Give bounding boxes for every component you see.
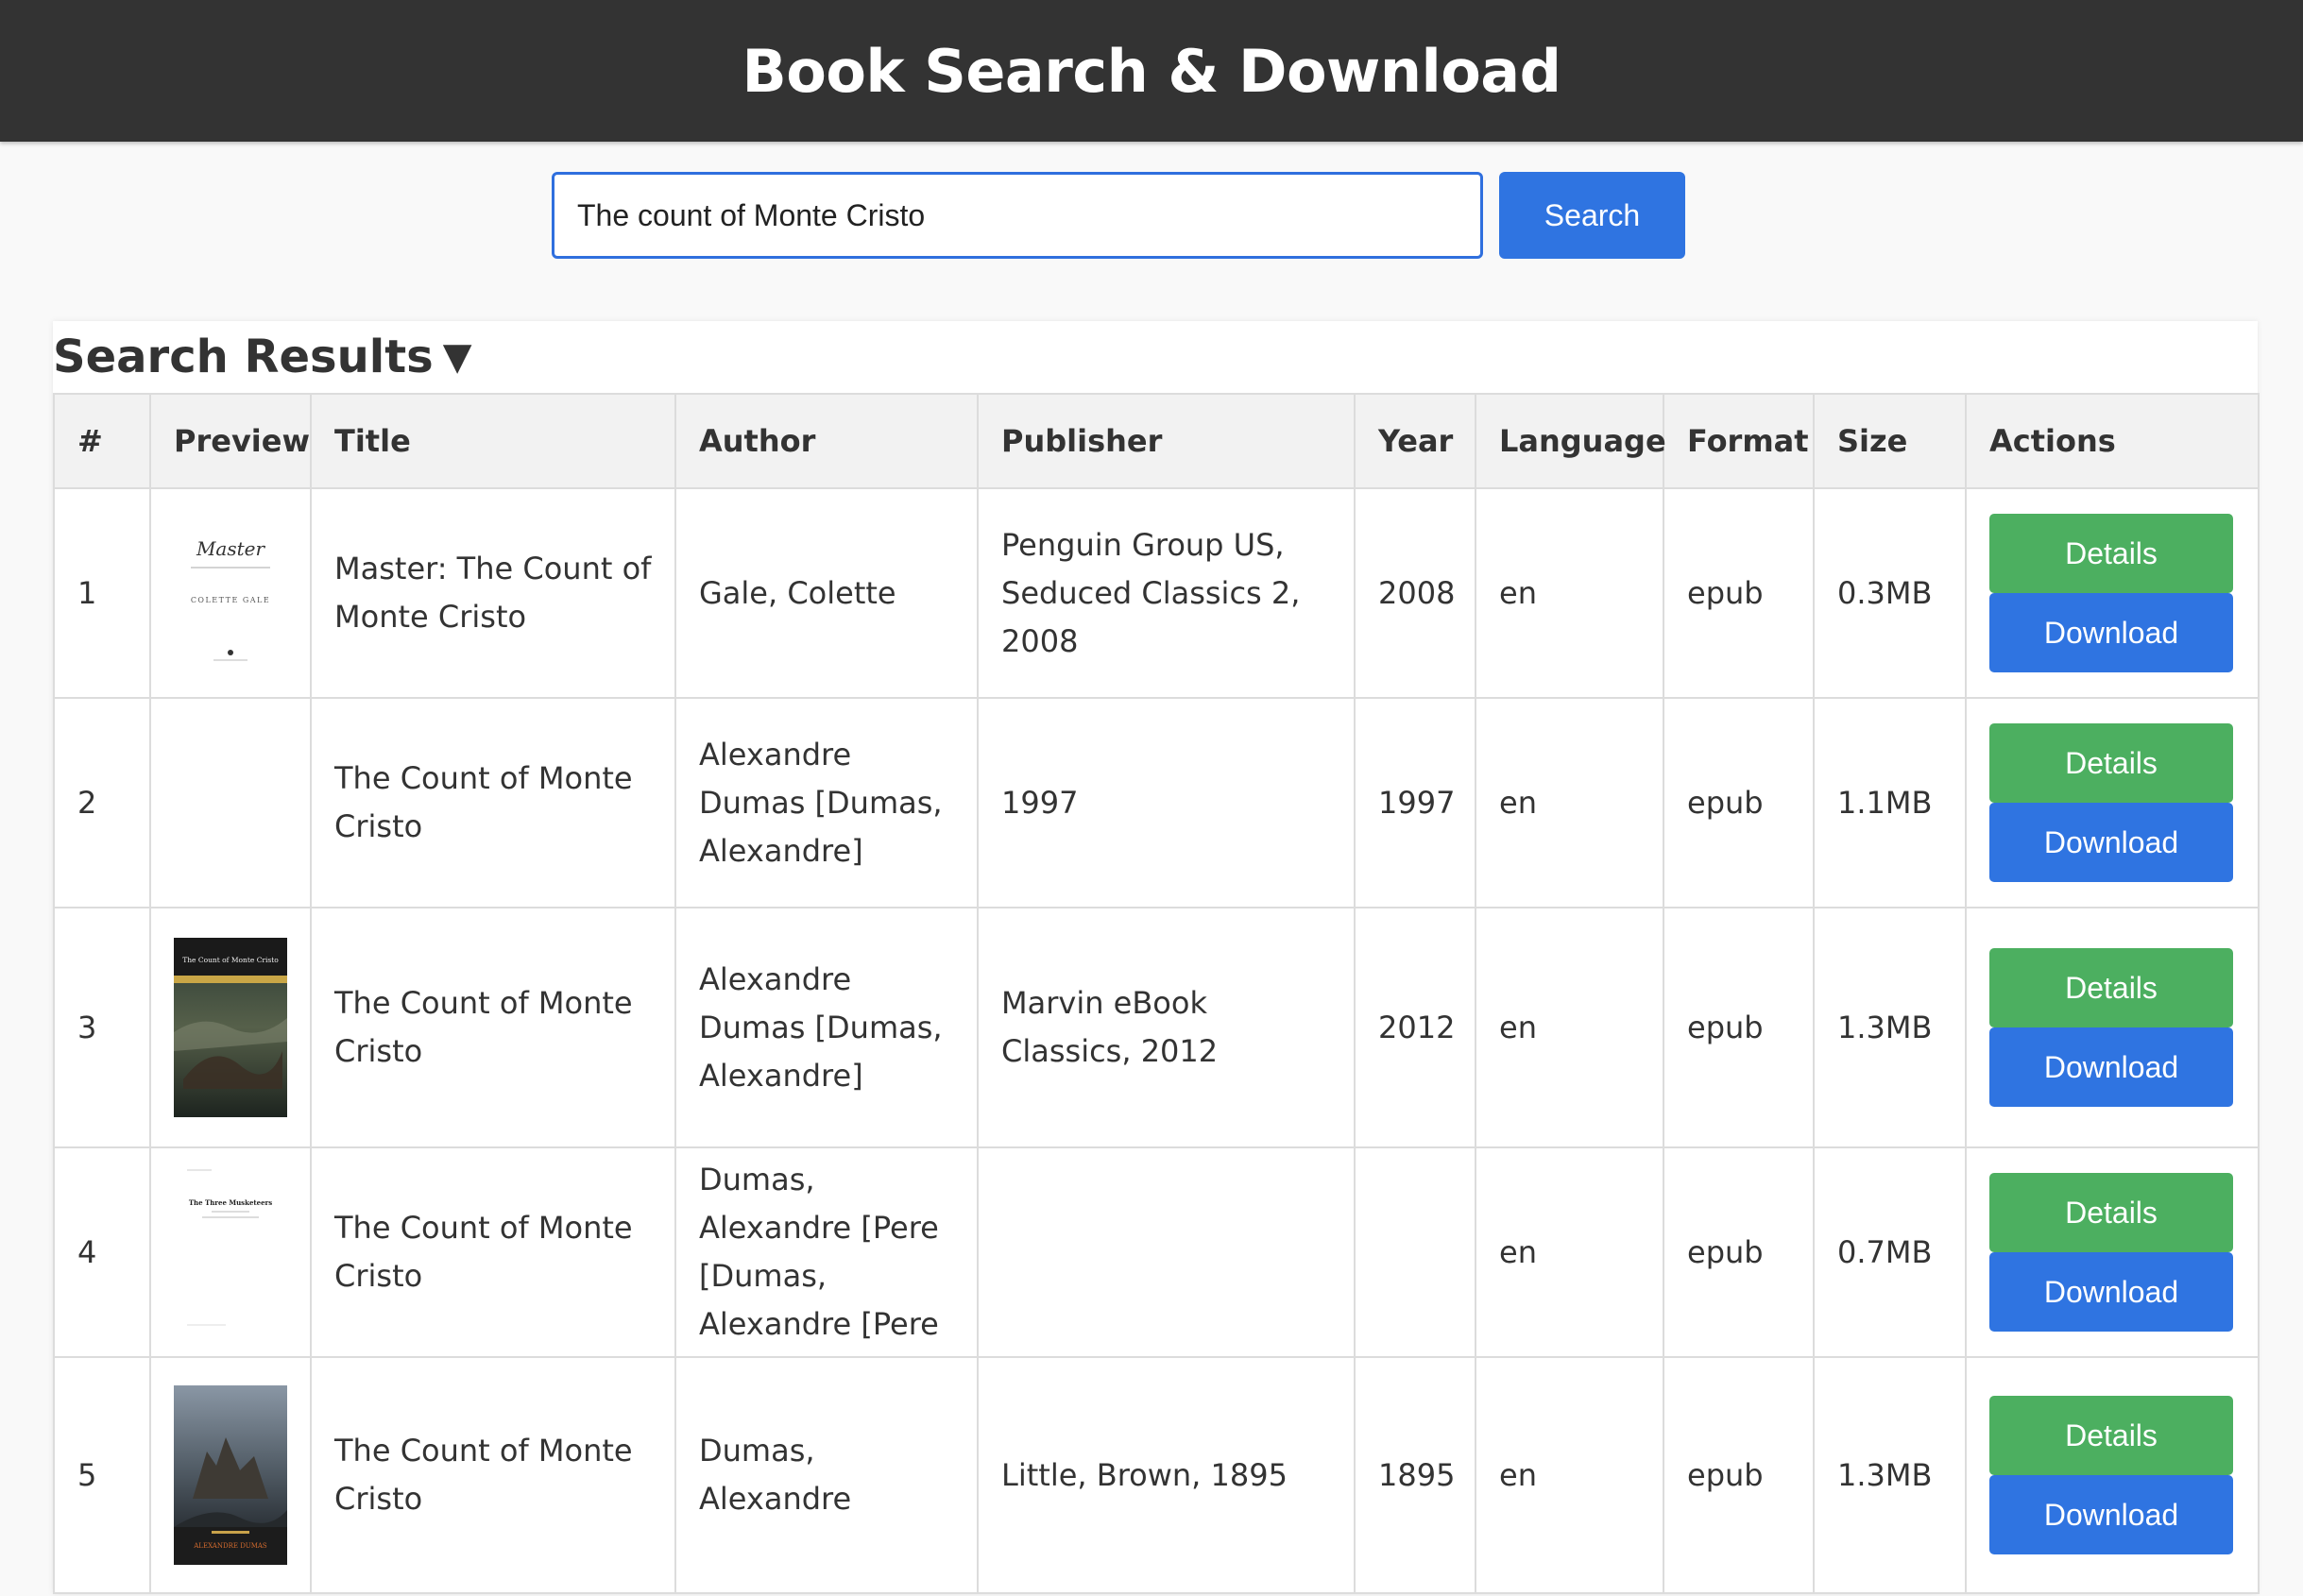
language-cell: en	[1475, 1146, 1664, 1358]
preview-cell: ALEXANDRE DUMAS	[149, 1356, 312, 1594]
preview-cell: The Count of Monte Cristo	[149, 907, 312, 1148]
row-number: 4	[53, 1146, 151, 1358]
column-header-title: Title	[310, 393, 676, 489]
search-results-title: Search Results	[53, 331, 434, 383]
format-cell: epub	[1663, 697, 1815, 908]
table-row: 1 Master COLETTE GALE Master: The Count …	[53, 487, 2260, 699]
title-cell: The Count of Monte Cristo	[310, 697, 676, 908]
download-button[interactable]: Download	[1989, 803, 2233, 882]
publisher-cell: Marvin eBook Classics, 2012	[977, 907, 1356, 1148]
publisher-cell	[977, 1146, 1356, 1358]
publisher-cell: 1997	[977, 697, 1356, 908]
details-button[interactable]: Details	[1989, 723, 2233, 803]
author-cell: Gale, Colette	[674, 487, 979, 699]
column-header-publisher: Publisher	[977, 393, 1356, 489]
column-header-size: Size	[1813, 393, 1967, 489]
format-cell: epub	[1663, 1146, 1815, 1358]
author-cell: Alexandre Dumas [Dumas, Alexandre]	[674, 907, 979, 1148]
results-table: # Preview Title Author Publisher Year La…	[53, 393, 2260, 1594]
column-header-author: Author	[674, 393, 979, 489]
svg-text:The Three Musketeers: The Three Musketeers	[189, 1198, 272, 1207]
size-cell: 0.3MB	[1813, 487, 1967, 699]
table-row: 4 The Three Musketeers The Count of Mont…	[53, 1146, 2260, 1358]
table-row: 5 ALEXANDRE DUMAS The Count of Monte Cri…	[53, 1356, 2260, 1594]
column-header-preview: Preview	[149, 393, 312, 489]
preview-cell: Master COLETTE GALE	[149, 487, 312, 699]
book-cover-image[interactable]: Master COLETTE GALE	[174, 503, 287, 683]
actions-cell: Details Download	[1965, 697, 2260, 908]
language-cell: en	[1475, 487, 1664, 699]
size-cell: 0.7MB	[1813, 1146, 1967, 1358]
row-number: 1	[53, 487, 151, 699]
title-cell: Master: The Count of Monte Cristo	[310, 487, 676, 699]
size-cell: 1.3MB	[1813, 907, 1967, 1148]
format-cell: epub	[1663, 1356, 1815, 1594]
download-button[interactable]: Download	[1989, 1475, 2233, 1554]
author-cell: Dumas, Alexandre [Pere [Dumas, Alexandre…	[674, 1146, 979, 1358]
app-header: Book Search & Download	[0, 0, 2303, 142]
preview-cell: The Three Musketeers	[149, 1146, 312, 1358]
format-cell: epub	[1663, 487, 1815, 699]
search-input[interactable]	[552, 172, 1483, 259]
details-button[interactable]: Details	[1989, 514, 2233, 593]
svg-text:Master: Master	[196, 537, 266, 560]
size-cell: 1.1MB	[1813, 697, 1967, 908]
language-cell: en	[1475, 1356, 1664, 1594]
search-results-panel: Search Results ▼ # Preview Title Author …	[53, 321, 2260, 1594]
page-title: Book Search & Download	[742, 36, 1561, 106]
book-cover-image[interactable]: The Three Musketeers	[174, 1163, 287, 1342]
search-results-heading[interactable]: Search Results ▼	[53, 321, 2258, 393]
row-number: 5	[53, 1356, 151, 1594]
book-cover-image[interactable]: ALEXANDRE DUMAS	[174, 1385, 287, 1565]
table-header-row: # Preview Title Author Publisher Year La…	[53, 393, 2260, 489]
preview-cell	[149, 697, 312, 908]
author-cell: Alexandre Dumas [Dumas, Alexandre]	[674, 697, 979, 908]
language-cell: en	[1475, 907, 1664, 1148]
format-cell: epub	[1663, 907, 1815, 1148]
column-header-actions: Actions	[1965, 393, 2260, 489]
details-button[interactable]: Details	[1989, 1173, 2233, 1252]
title-cell: The Count of Monte Cristo	[310, 907, 676, 1148]
actions-cell: Details Download	[1965, 907, 2260, 1148]
table-row: 3 The Count of Monte Cristo The Count of…	[53, 907, 2260, 1148]
actions-cell: Details Download	[1965, 487, 2260, 699]
svg-text:COLETTE GALE: COLETTE GALE	[191, 596, 270, 604]
language-cell: en	[1475, 697, 1664, 908]
download-button[interactable]: Download	[1989, 1252, 2233, 1332]
column-header-year: Year	[1354, 393, 1476, 489]
svg-text:ALEXANDRE DUMAS: ALEXANDRE DUMAS	[193, 1542, 267, 1550]
publisher-cell: Penguin Group US, Seduced Classics 2, 20…	[977, 487, 1356, 699]
actions-cell: Details Download	[1965, 1356, 2260, 1594]
column-header-language: Language	[1475, 393, 1666, 489]
download-button[interactable]: Download	[1989, 1027, 2233, 1107]
year-cell	[1354, 1146, 1476, 1358]
publisher-cell: Little, Brown, 1895	[977, 1356, 1356, 1594]
year-cell: 1997	[1354, 697, 1476, 908]
row-number: 3	[53, 907, 151, 1148]
column-header-number: #	[53, 393, 151, 489]
svg-text:The Count of Monte Cristo: The Count of Monte Cristo	[182, 956, 279, 964]
author-cell: Dumas, Alexandre	[674, 1356, 979, 1594]
column-header-format: Format	[1663, 393, 1815, 489]
year-cell: 2008	[1354, 487, 1476, 699]
download-button[interactable]: Download	[1989, 593, 2233, 672]
year-cell: 2012	[1354, 907, 1476, 1148]
year-cell: 1895	[1354, 1356, 1476, 1594]
size-cell: 1.3MB	[1813, 1356, 1967, 1594]
title-cell: The Count of Monte Cristo	[310, 1146, 676, 1358]
row-number: 2	[53, 697, 151, 908]
details-button[interactable]: Details	[1989, 1396, 2233, 1475]
collapse-toggle-icon[interactable]: ▼	[443, 335, 472, 379]
table-row: 2 The Count of Monte Cristo Alexandre Du…	[53, 697, 2260, 908]
title-cell: The Count of Monte Cristo	[310, 1356, 676, 1594]
book-cover-image[interactable]: The Count of Monte Cristo	[174, 938, 287, 1117]
actions-cell: Details Download	[1965, 1146, 2260, 1358]
search-button[interactable]: Search	[1499, 172, 1685, 259]
search-bar: Search	[0, 172, 2303, 259]
details-button[interactable]: Details	[1989, 948, 2233, 1027]
